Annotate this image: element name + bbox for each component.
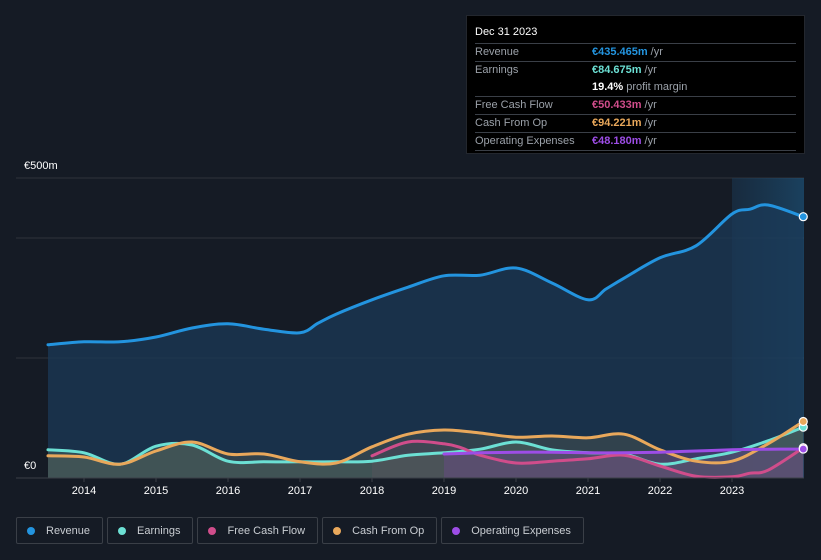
x-tick-label: 2018 (359, 485, 385, 497)
tooltip: Dec 31 2023 Revenue €435.465m /yr Earnin… (466, 15, 805, 154)
tooltip-row-free-cash-flow: Free Cash Flow €50.433m /yr (475, 97, 796, 115)
legend-label: Cash From Op (352, 524, 425, 537)
tooltip-label (475, 79, 592, 96)
tooltip-value: €94.221m (592, 117, 642, 129)
tooltip-value: €48.180m (592, 135, 642, 147)
tooltip-value: €435.465m (592, 46, 648, 58)
tooltip-label: Revenue (475, 46, 520, 58)
tooltip-value: €84.675m (592, 64, 642, 76)
x-tick-label: 2022 (647, 485, 673, 497)
legend-item-cash-from-op[interactable]: Cash From Op (322, 517, 438, 544)
legend: Revenue Earnings Free Cash Flow Cash Fro… (16, 517, 584, 544)
legend-label: Revenue (46, 524, 91, 537)
x-tick-label: 2017 (287, 485, 313, 497)
y-tick-label-max: €500m (24, 160, 58, 172)
x-tick-label: 2020 (503, 485, 529, 497)
legend-label: Operating Expenses (471, 524, 571, 537)
tooltip-label: Operating Expenses (475, 135, 575, 147)
legend-dot-icon (333, 526, 342, 535)
x-tick-label: 2015 (143, 485, 169, 497)
legend-label: Earnings (137, 524, 181, 537)
x-tick-label: 2021 (575, 485, 601, 497)
tooltip-label: Earnings (475, 64, 519, 76)
tooltip-label: Free Cash Flow (475, 99, 553, 111)
x-tick-label: 2014 (71, 485, 97, 497)
tooltip-label: Cash From Op (475, 117, 548, 129)
legend-dot-icon (208, 526, 217, 535)
tooltip-unit: /yr (644, 135, 657, 147)
x-tick-label: 2019 (431, 485, 457, 497)
legend-label: Free Cash Flow (227, 524, 306, 537)
tooltip-unit: /yr (644, 117, 657, 129)
tooltip-row-operating-expenses: Operating Expenses €48.180m /yr (475, 133, 796, 151)
legend-item-free-cash-flow[interactable]: Free Cash Flow (197, 517, 319, 544)
tooltip-value: 19.4% (592, 81, 624, 93)
legend-dot-icon (118, 526, 127, 535)
tooltip-row-profit-margin: 19.4% profit margin (475, 79, 796, 97)
tooltip-unit: /yr (650, 46, 663, 58)
legend-item-operating-expenses[interactable]: Operating Expenses (441, 517, 584, 544)
series-areas (48, 204, 804, 478)
tooltip-unit: profit margin (626, 81, 688, 93)
tooltip-unit: /yr (644, 99, 657, 111)
legend-item-revenue[interactable]: Revenue (16, 517, 104, 544)
tooltip-row-revenue: Revenue €435.465m /yr (475, 44, 796, 62)
tooltip-row-cash-from-op: Cash From Op €94.221m /yr (475, 115, 796, 133)
tooltip-value: €50.433m (592, 99, 642, 111)
legend-dot-icon (452, 526, 461, 535)
x-tick-label: 2016 (215, 485, 241, 497)
tooltip-row-earnings: Earnings €84.675m /yr (475, 62, 796, 79)
cash-from-op-endpoint-marker (798, 416, 808, 427)
tooltip-date: Dec 31 2023 (475, 25, 796, 44)
tooltip-unit: /yr (644, 64, 657, 76)
x-tick-label: 2023 (719, 485, 745, 497)
legend-dot-icon (27, 526, 35, 535)
legend-item-earnings[interactable]: Earnings (107, 517, 194, 544)
operating-expenses-endpoint-marker (798, 444, 808, 454)
y-tick-label-zero: €0 (24, 460, 37, 472)
revenue-endpoint-marker (798, 212, 808, 222)
